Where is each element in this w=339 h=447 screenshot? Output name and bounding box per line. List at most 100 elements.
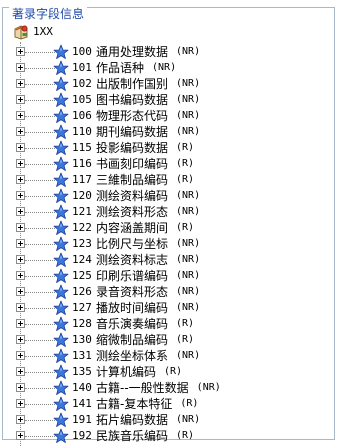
plus-expander-icon[interactable] (16, 111, 25, 120)
plus-expander-icon[interactable] (16, 127, 25, 136)
tree-item-label: 126 录音资料形态 (NR) (72, 284, 200, 300)
tree-item-102[interactable]: 102 出版制作国别 (NR) (3, 76, 334, 92)
plus-expander-icon[interactable] (16, 63, 25, 72)
repeatability-flag: (NR) (176, 414, 201, 425)
repeatability-flag: (NR) (176, 190, 201, 201)
star-icon (53, 316, 69, 332)
plus-expander-icon[interactable] (16, 95, 25, 104)
tree-branch-line (25, 84, 55, 85)
field-name: 通用处理数据 (96, 45, 169, 59)
tree-item-120[interactable]: 120 测绘资料编码 (NR) (3, 188, 334, 204)
tree-item-141[interactable]: 141 古籍-复本特征 (R) (3, 396, 334, 412)
tree-branch-line (25, 116, 55, 117)
field-code: 128 (72, 317, 92, 330)
tree-item-127[interactable]: 127 播放时间编码 (NR) (3, 300, 334, 316)
tree-branch-line (25, 164, 55, 165)
plus-expander-icon[interactable] (16, 159, 25, 168)
tree-item-label: 105 图书编码数据 (NR) (72, 92, 200, 108)
field-name: 民族音乐编码 (96, 429, 169, 443)
tree-item-label: 128 音乐演奏编码 (R) (72, 316, 194, 332)
star-icon (53, 284, 69, 300)
tree-item-135[interactable]: 135 计算机编码 (R) (3, 364, 334, 380)
tree-item-101[interactable]: 101 作品语种 (NR) (3, 60, 334, 76)
tree-item-115[interactable]: 115 投影编码数据 (R) (3, 140, 334, 156)
tree-item-label: 116 书画刻印编码 (R) (72, 156, 194, 172)
plus-expander-icon[interactable] (16, 47, 25, 56)
field-code: 124 (72, 253, 92, 266)
field-name: 图书编码数据 (96, 93, 169, 107)
plus-expander-icon[interactable] (16, 335, 25, 344)
tree-item-label: 131 测绘坐标体系 (NR) (72, 348, 200, 364)
tree-branch-line (25, 420, 55, 421)
plus-expander-icon[interactable] (16, 287, 25, 296)
plus-expander-icon[interactable] (16, 255, 25, 264)
repeatability-flag: (R) (176, 334, 195, 345)
repeatability-flag: (R) (176, 318, 195, 329)
field-code: 135 (72, 365, 92, 378)
plus-expander-icon[interactable] (16, 79, 25, 88)
plus-expander-icon[interactable] (16, 383, 25, 392)
tree-item-122[interactable]: 122 内容涵盖期间 (R) (3, 220, 334, 236)
tree-item-106[interactable]: 106 物理形态代码 (NR) (3, 108, 334, 124)
plus-expander-icon[interactable] (16, 399, 25, 408)
tree-branch-line (25, 340, 55, 341)
field-code: 126 (72, 285, 92, 298)
tree-item-131[interactable]: 131 测绘坐标体系 (NR) (3, 348, 334, 364)
tree-item-124[interactable]: 124 测绘资料标志 (NR) (3, 252, 334, 268)
tree-item-116[interactable]: 116 书画刻印编码 (R) (3, 156, 334, 172)
field-name: 音乐演奏编码 (96, 317, 169, 331)
plus-expander-icon[interactable] (16, 207, 25, 216)
tree-item-label: 106 物理形态代码 (NR) (72, 108, 200, 124)
field-name: 录音资料形态 (96, 285, 169, 299)
tree-item-100[interactable]: 100 通用处理数据 (NR) (3, 44, 334, 60)
tree-item-121[interactable]: 121 测绘资料形态 (NR) (3, 204, 334, 220)
tree-item-125[interactable]: 125 印刷乐谱编码 (NR) (3, 268, 334, 284)
tree-item-130[interactable]: 130 缩微制品编码 (R) (3, 332, 334, 348)
field-code: 100 (72, 45, 92, 58)
tree-item-192[interactable]: 192 民族音乐编码 (R) (3, 428, 334, 444)
field-name: 测绘资料编码 (96, 189, 169, 203)
plus-expander-icon[interactable] (16, 223, 25, 232)
tree-item-label: 125 印刷乐谱编码 (NR) (72, 268, 200, 284)
tree-branch-line (25, 388, 55, 389)
star-icon (53, 348, 69, 364)
field-name: 比例尺与坐标 (96, 237, 169, 251)
field-code: 191 (72, 413, 92, 426)
tree-branch-line (25, 356, 55, 357)
plus-expander-icon[interactable] (16, 415, 25, 424)
tree-item-110[interactable]: 110 期刊编码数据 (NR) (3, 124, 334, 140)
tree-item-label: 101 作品语种 (NR) (72, 60, 176, 76)
field-code: 141 (72, 397, 92, 410)
tree-item-105[interactable]: 105 图书编码数据 (NR) (3, 92, 334, 108)
tree-item-123[interactable]: 123 比例尺与坐标 (NR) (3, 236, 334, 252)
plus-expander-icon[interactable] (16, 303, 25, 312)
field-name: 投影编码数据 (96, 141, 169, 155)
tree-item-128[interactable]: 128 音乐演奏编码 (R) (3, 316, 334, 332)
tree-root-node[interactable]: 1XX (13, 24, 53, 40)
field-code: 101 (72, 61, 92, 74)
plus-expander-icon[interactable] (16, 271, 25, 280)
tree-item-140[interactable]: 140 古籍--一般性数据 (NR) (3, 380, 334, 396)
plus-expander-icon[interactable] (16, 143, 25, 152)
field-code: 192 (72, 429, 92, 442)
field-name: 印刷乐谱编码 (96, 269, 169, 283)
tree-item-label: 140 古籍--一般性数据 (NR) (72, 380, 221, 396)
tree-item-117[interactable]: 117 三維制品编码 (R) (3, 172, 334, 188)
repeatability-flag: (NR) (176, 286, 201, 297)
plus-expander-icon[interactable] (16, 239, 25, 248)
tree-item-126[interactable]: 126 录音资料形态 (NR) (3, 284, 334, 300)
repeatability-flag: (NR) (152, 62, 177, 73)
field-code: 122 (72, 221, 92, 234)
tree-branch-line (25, 132, 55, 133)
repeatability-flag: (R) (164, 366, 183, 377)
plus-expander-icon[interactable] (16, 367, 25, 376)
tree-item-label: 100 通用处理数据 (NR) (72, 44, 200, 60)
plus-expander-icon[interactable] (16, 175, 25, 184)
tree-item-191[interactable]: 191 拓片编码数据 (NR) (3, 412, 334, 428)
plus-expander-icon[interactable] (16, 351, 25, 360)
plus-expander-icon[interactable] (16, 319, 25, 328)
repeatability-flag: (NR) (176, 254, 201, 265)
plus-expander-icon[interactable] (16, 431, 25, 440)
field-name: 测绘资料形态 (96, 205, 169, 219)
plus-expander-icon[interactable] (16, 191, 25, 200)
